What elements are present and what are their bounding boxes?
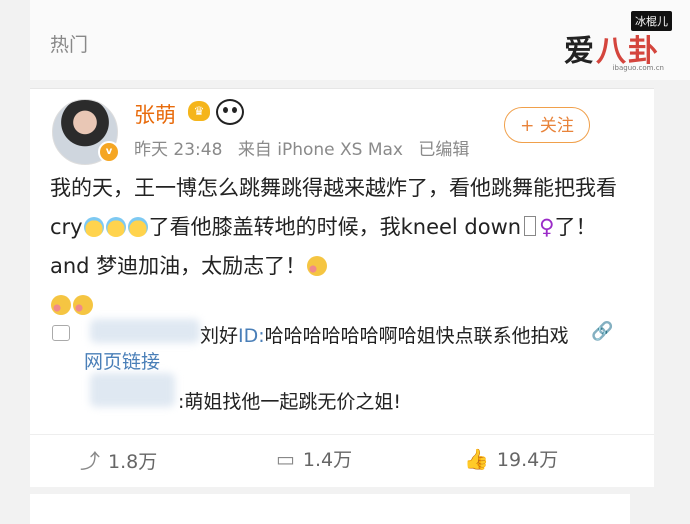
panda-icon (216, 99, 244, 125)
repost-button[interactable]: ⤴ 1.8万 (80, 445, 157, 474)
verified-badge-icon: v (98, 141, 120, 163)
post-text-2: 了看他膝盖转地的时候，我kneel down (148, 215, 522, 239)
watermark: 冰棍儿 爱八卦 ibaguo.com.cn (550, 8, 680, 78)
blush-emoji-icon (307, 256, 328, 276)
blush-emoji-icon (73, 295, 93, 315)
crying-emoji-icon (83, 217, 104, 237)
female-sign-icon: ♀ (539, 215, 555, 239)
action-bar: ⤴ 1.8万 ▭ 1.4万 👍 19.4万 (30, 434, 654, 485)
comment-1-prefix: 刘好 (200, 325, 239, 347)
blurred-username-2 (90, 373, 175, 407)
comment-bubble-icon (52, 325, 70, 341)
post-body: 我的天，王一博怎么跳舞跳得越来越炸了，看他跳舞能把我看cry 了看他膝盖转地的时候… (50, 169, 630, 325)
post-source: 来自 iPhone XS Max (237, 140, 403, 160)
post-time: 昨天 23:48 (134, 140, 223, 160)
repost-icon: ⤴ (80, 449, 100, 473)
comment-2: :萌姐找他一起跳无价之姐! (178, 391, 402, 413)
crown-icon: ♛ (188, 101, 210, 121)
post-edited-label: 已编辑 (418, 140, 470, 160)
blurred-username (90, 319, 200, 343)
watermark-logo-a: 爱 (564, 34, 596, 69)
section-title: 热门 (50, 34, 89, 56)
like-button[interactable]: 👍 19.4万 (464, 445, 558, 472)
blush-emoji-icon (51, 295, 71, 315)
like-icon: 👍 (464, 447, 489, 471)
follow-button[interactable]: + 关注 (504, 107, 590, 143)
crying-emoji-icon (105, 217, 126, 237)
crying-emoji-icon (127, 217, 148, 237)
comment-count: 1.4万 (302, 449, 353, 471)
missing-glyph-icon (524, 216, 537, 236)
watermark-url: ibaguo.com.cn (612, 64, 664, 72)
username[interactable]: 张萌 (134, 99, 176, 129)
comment-icon: ▭ (276, 447, 295, 471)
like-count: 19.4万 (496, 449, 559, 471)
webpage-link[interactable]: 网页链接 (84, 347, 160, 374)
repost-count: 1.8万 (108, 451, 158, 473)
next-post-card (30, 494, 630, 524)
comment-button[interactable]: ▭ 1.4万 (276, 445, 352, 472)
weibo-post-card: v 张萌 ♛ 昨天 23:48 来自 iPhone XS Max 已编辑 + 关… (30, 88, 654, 487)
comment-1-id-label: ID: (238, 325, 265, 347)
link-icon[interactable]: 🔗 (591, 321, 613, 342)
post-meta: 昨天 23:48 来自 iPhone XS Max 已编辑 (134, 135, 479, 160)
comment-1: 刘好ID:哈哈哈哈哈哈啊哈姐快点联系他拍戏 (200, 321, 569, 348)
comment-1-text: 哈哈哈哈哈哈啊哈姐快点联系他拍戏 (264, 325, 569, 347)
